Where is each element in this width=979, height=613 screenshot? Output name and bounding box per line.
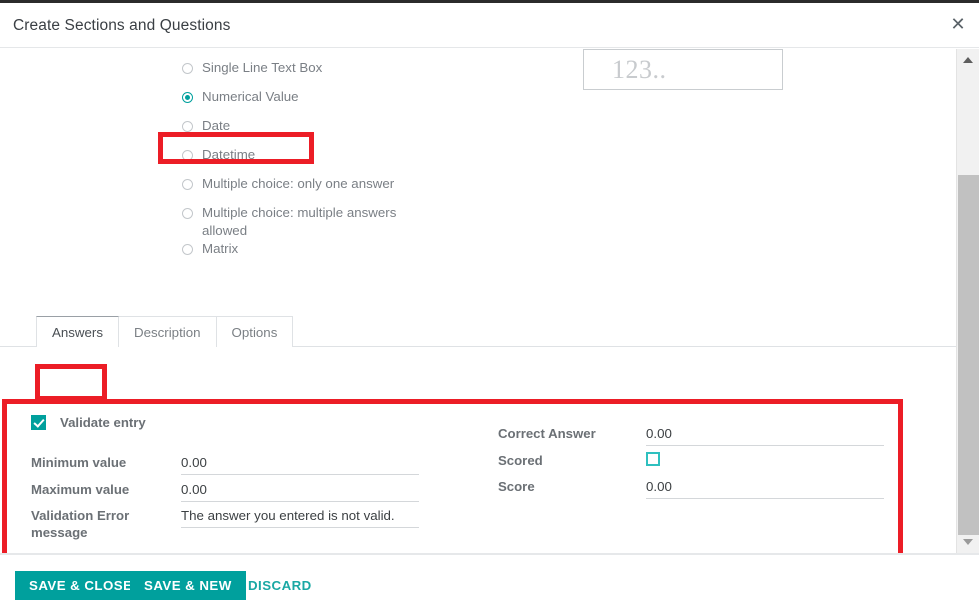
vertical-scrollbar[interactable] [956, 49, 979, 553]
radio-option-matrix[interactable]: Matrix [182, 240, 482, 269]
chevron-down-icon[interactable] [957, 531, 979, 553]
numeric-preview-input[interactable]: 123.. [583, 49, 783, 90]
validate-entry-label: Validate entry [60, 415, 146, 430]
radio-option-numerical-value[interactable]: Numerical Value [182, 88, 482, 117]
validation-error-message-row: Validation Error message The answer you … [31, 507, 419, 541]
scrollbar-thumb[interactable] [958, 175, 979, 535]
radio-icon[interactable] [182, 121, 193, 132]
radio-option-label: Single Line Text Box [202, 60, 323, 75]
scored-row: Scored [498, 452, 660, 469]
create-sections-questions-modal: Create Sections and Questions ✕ Single L… [0, 0, 979, 613]
save-and-new-button[interactable]: SAVE & NEW [130, 571, 246, 600]
tab-answers[interactable]: Answers [36, 316, 119, 347]
radio-icon[interactable] [182, 150, 193, 161]
radio-option-label: Datetime [202, 147, 256, 162]
validate-entry-checkbox[interactable] [31, 415, 46, 430]
correct-answer-input[interactable]: 0.00 [646, 425, 884, 446]
radio-option-label: Matrix [202, 241, 239, 256]
radio-option-datetime[interactable]: Datetime [182, 146, 482, 175]
tab-label: Options [231, 324, 278, 340]
scored-label: Scored [498, 453, 543, 468]
maximum-value-input[interactable]: 0.00 [181, 481, 419, 502]
validation-error-message-input[interactable]: The answer you entered is not valid. [181, 507, 419, 528]
save-and-close-button[interactable]: SAVE & CLOSE [15, 571, 147, 600]
question-preview: 123.. [583, 49, 783, 90]
tab-options[interactable]: Options [215, 316, 294, 347]
modal-header: Create Sections and Questions ✕ [0, 3, 979, 48]
radio-option-label: Numerical Value [202, 89, 299, 104]
page-title: Create Sections and Questions [13, 17, 231, 34]
validate-entry-row: Validate entry [31, 415, 146, 430]
tab-label: Answers [52, 324, 103, 340]
tab-description[interactable]: Description [118, 316, 217, 347]
preview-placeholder-text: 123.. [612, 54, 667, 84]
score-input[interactable]: 0.00 [646, 478, 884, 499]
score-row: Score 0.00 [498, 478, 884, 499]
radio-option-label: Multiple choice: only one answer [202, 176, 395, 191]
question-type-radio-group: Single Line Text Box Numerical Value Dat… [182, 59, 482, 269]
close-icon[interactable]: ✕ [949, 16, 967, 35]
radio-icon[interactable] [182, 179, 193, 190]
modal-footer: SAVE & CLOSE SAVE & NEW DISCARD [0, 553, 979, 613]
minimum-value-input[interactable]: 0.00 [181, 454, 419, 475]
radio-option-multiple-choice-one[interactable]: Multiple choice: only one answer [182, 175, 482, 204]
radio-icon[interactable] [182, 244, 193, 255]
chevron-up-icon[interactable] [957, 49, 979, 71]
radio-option-label: Multiple choice: multiple answers allowe… [202, 205, 397, 238]
discard-button[interactable]: DISCARD [240, 571, 320, 600]
minimum-value-label: Minimum value [31, 455, 127, 470]
answers-tab-panel: Validate entry Minimum value 0.00 Maximu… [0, 348, 956, 553]
radio-option-label: Date [202, 118, 231, 133]
maximum-value-row: Maximum value 0.00 [31, 481, 419, 502]
minimum-value-row: Minimum value 0.00 [31, 454, 419, 475]
correct-answer-label: Correct Answer [498, 426, 596, 441]
radio-icon-selected[interactable] [182, 92, 193, 103]
validation-error-message-label: Validation Error message [31, 508, 130, 540]
tab-bar: Answers Description Options [0, 315, 956, 347]
tab-label: Description [134, 324, 201, 340]
maximum-value-label: Maximum value [31, 482, 130, 497]
scored-checkbox[interactable] [646, 452, 660, 466]
radio-option-single-line-text-box[interactable]: Single Line Text Box [182, 59, 482, 88]
score-label: Score [498, 479, 535, 494]
correct-answer-row: Correct Answer 0.00 [498, 425, 884, 446]
radio-icon[interactable] [182, 63, 193, 74]
radio-option-date[interactable]: Date [182, 117, 482, 146]
modal-body: Single Line Text Box Numerical Value Dat… [0, 49, 979, 553]
radio-option-multiple-choice-many[interactable]: Multiple choice: multiple answers allowe… [182, 204, 482, 240]
radio-icon[interactable] [182, 208, 193, 219]
